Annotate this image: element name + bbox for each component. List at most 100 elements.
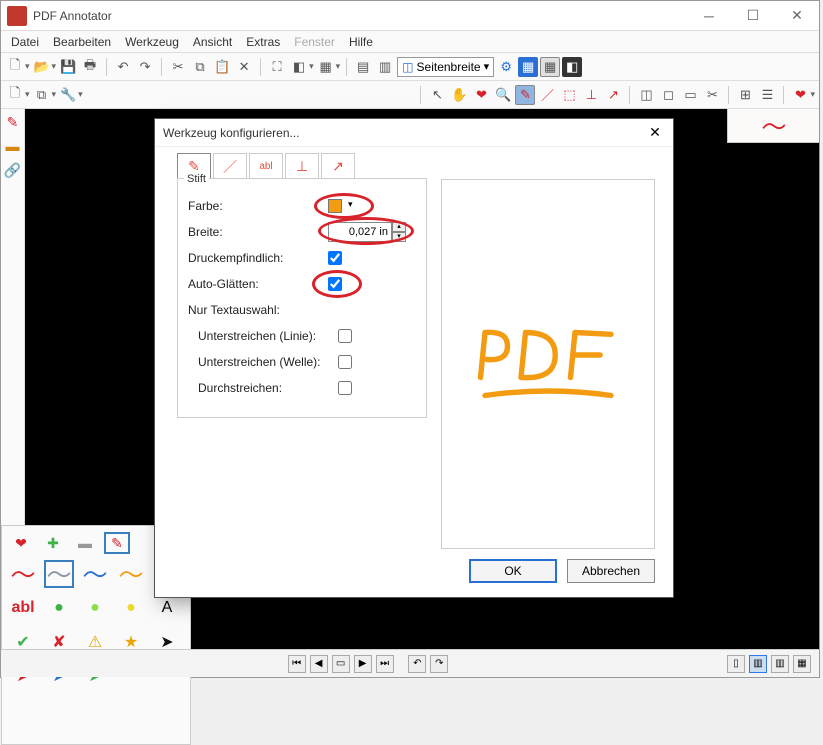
delete-icon[interactable]: ✕ [234,57,254,77]
crop-icon[interactable]: ✂ [702,85,722,105]
view1-icon[interactable]: ▦ [518,57,538,77]
dialog-close-icon[interactable]: ✕ [645,123,665,143]
preset-text-a[interactable]: A [152,594,182,622]
preview-pdf-drawing [458,304,638,424]
checkbox-druck[interactable] [328,251,342,265]
configure-tool-dialog: Werkzeug konfigurieren... ✕ ✎ ／ abl ⊥ ↗ … [154,118,674,598]
view-cont-icon[interactable]: ▥ [749,655,767,673]
cancel-button[interactable]: Abbrechen [567,559,655,583]
preview-panel [727,109,819,143]
preset-dot-lgreen[interactable]: ● [80,594,110,622]
maximize-button[interactable]: ☐ [731,1,775,31]
tab-arrow-icon[interactable]: ↗ [321,153,355,179]
tab-marker-icon[interactable]: ／ [213,153,247,179]
menu-extras[interactable]: Extras [242,33,284,51]
preset-squiggle-gray[interactable] [44,560,74,588]
nav-first-icon[interactable]: ⏮ [288,655,306,673]
zoom-tool-icon[interactable]: 🔍 [493,85,513,105]
nav-prev-icon[interactable]: ◀ [310,655,328,673]
pen-tool-icon[interactable]: ✎ [515,85,535,105]
tab-stamp-icon[interactable]: ⊥ [285,153,319,179]
palette-pen-icon[interactable]: ✎ [104,532,130,554]
eraser-icon[interactable]: ◫ [636,85,656,105]
dialog-tabs: ✎ ／ abl ⊥ ↗ [177,153,673,179]
card-left-icon[interactable]: ▬ [4,137,22,155]
checkbox-unter-linie[interactable] [338,329,352,343]
palette-del-icon[interactable]: ▬ [72,532,98,554]
panel-icon[interactable]: ▦ [316,57,336,77]
open-icon[interactable]: 📂 [32,57,52,77]
checkbox-durch[interactable] [338,381,352,395]
link-left-icon[interactable]: 🔗 [4,161,22,179]
align-icon[interactable]: ☰ [757,85,777,105]
rotate-left-icon[interactable]: ↶ [408,655,426,673]
newdoc-icon[interactable]: 🗋 [5,85,25,105]
color-swatch[interactable] [328,199,342,213]
cursor-icon[interactable]: ↖ [427,85,447,105]
width-spinner[interactable]: ▴▾ [392,222,406,242]
color-dropdown-icon[interactable]: ▾ [348,199,353,213]
marker-tool-icon[interactable]: ／ [537,85,557,105]
preset-squiggle-orange[interactable] [116,560,146,588]
save-icon[interactable]: 💾 [58,57,78,77]
zoom-out-icon[interactable]: ⚙ [496,57,516,77]
print-icon[interactable]: 🖶 [80,57,100,77]
menu-fenster: Fenster [290,33,339,51]
stamp-tool-icon[interactable]: ⊥ [581,85,601,105]
preset-squiggle-blue[interactable] [80,560,110,588]
preset-dot-yellow[interactable]: ● [116,594,146,622]
paste-icon[interactable]: 📋 [212,57,232,77]
rotate-right-icon[interactable]: ↷ [430,655,448,673]
arrow-tool-icon[interactable]: ↗ [603,85,623,105]
snap-icon[interactable]: ⊞ [735,85,755,105]
undo-icon[interactable]: ↶ [113,57,133,77]
text-tool-icon[interactable]: ⬚ [559,85,579,105]
menu-ansicht[interactable]: Ansicht [189,33,236,51]
pen-left-icon[interactable]: ✎ [4,113,22,131]
view2-icon[interactable]: ▦ [540,57,560,77]
checkbox-unter-welle[interactable] [338,355,352,369]
layout-icon[interactable]: ▥ [375,57,395,77]
heart-tool-icon[interactable]: ❤ [471,85,491,105]
preset-dot-green[interactable]: ● [44,594,74,622]
menu-hilfe[interactable]: Hilfe [345,33,377,51]
width-input[interactable] [328,222,392,242]
copy-icon[interactable]: ⧉ [190,57,210,77]
minimize-button[interactable]: ─ [687,1,731,31]
tab-text-icon[interactable]: abl [249,153,283,179]
zoom-combo[interactable]: ◫ Seitenbreite ▾ [397,57,494,77]
preset-squiggle-red[interactable] [8,560,38,588]
view-two-icon[interactable]: ▥ [771,655,789,673]
dialog-title: Werkzeug konfigurieren... [163,126,645,140]
cut-icon[interactable]: ✂ [168,57,188,77]
sidebar-icon[interactable]: ◧ [289,57,309,77]
fullscreen-icon[interactable]: ⛶ [267,57,287,77]
fav-heart-icon[interactable]: ❤ [790,85,810,105]
ok-button[interactable]: OK [469,559,557,583]
shape2-icon[interactable]: ▭ [680,85,700,105]
nav-next-icon[interactable]: ▶ [354,655,372,673]
menu-bearbeiten[interactable]: Bearbeiten [49,33,115,51]
hand-icon[interactable]: ✋ [449,85,469,105]
label-unter-welle: Unterstreichen (Welle): [198,355,338,369]
palette-add-icon[interactable]: ✚ [40,532,66,554]
view-single-icon[interactable]: ▯ [727,655,745,673]
preset-text-red[interactable]: abl [8,594,38,622]
palette-fav-icon[interactable]: ❤ [8,532,34,554]
label-breite: Breite: [188,225,328,239]
view-two-cont-icon[interactable]: ▦ [793,655,811,673]
redo-icon[interactable]: ↷ [135,57,155,77]
settings-icon[interactable]: 🔧 [58,85,78,105]
menu-datei[interactable]: Datei [7,33,43,51]
shape1-icon[interactable]: ◻ [658,85,678,105]
menu-werkzeug[interactable]: Werkzeug [121,33,183,51]
label-unter-linie: Unterstreichen (Linie): [198,329,338,343]
nav-last-icon[interactable]: ⏭ [376,655,394,673]
view3-icon[interactable]: ◧ [562,57,582,77]
close-button[interactable]: ✕ [775,1,819,31]
checkbox-auto[interactable] [328,277,342,291]
new-icon[interactable]: 🗋 [5,57,25,77]
nav-page-icon[interactable]: ▭ [332,655,350,673]
page-icon[interactable]: ▤ [353,57,373,77]
copytool-icon[interactable]: ⧉ [32,85,52,105]
